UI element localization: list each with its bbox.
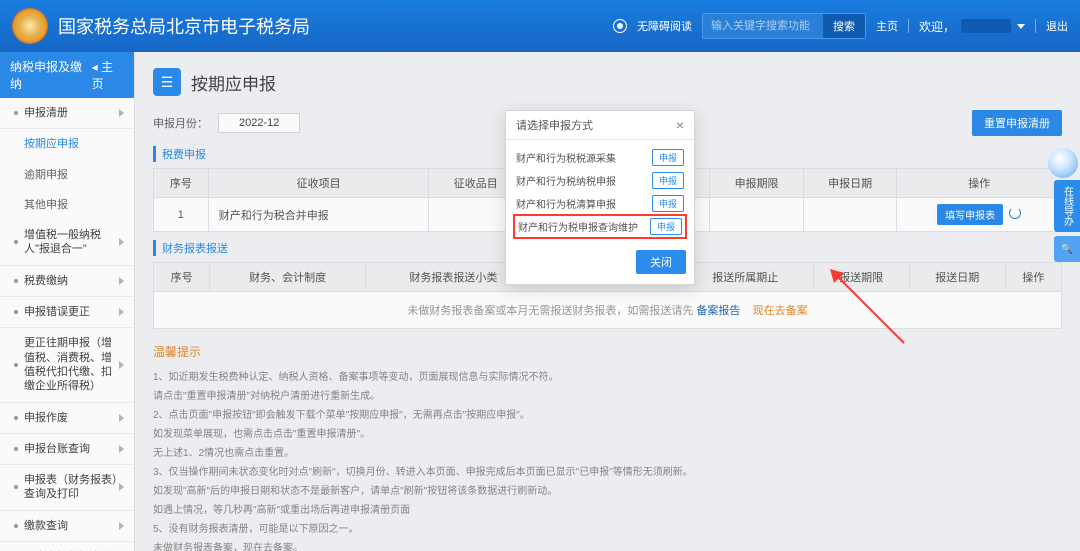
modal-title: 请选择申报方式 bbox=[516, 117, 593, 133]
search-input[interactable] bbox=[703, 14, 823, 38]
option-declare-button[interactable]: 申报 bbox=[652, 149, 684, 166]
divider bbox=[1035, 19, 1036, 33]
option-label: 财产和行为税税源采集 bbox=[516, 150, 616, 165]
modal-close-button[interactable]: 关闭 bbox=[636, 250, 686, 274]
modal-option-row: 财产和行为税纳税申报 申报 bbox=[514, 169, 686, 192]
welcome-label: 欢迎， bbox=[919, 18, 955, 35]
declaration-method-modal: 请选择申报方式 × 财产和行为税税源采集申报财产和行为税纳税申报申报财产和行为税… bbox=[505, 110, 695, 285]
search-box: 搜索 bbox=[702, 13, 866, 39]
app-header: 国家税务总局北京市电子税务局 无障碍阅读 搜索 主页 欢迎， 退出 bbox=[0, 0, 1080, 52]
float-bar: 在线导办 🔍 bbox=[1054, 180, 1080, 266]
accessibility-label[interactable]: 无障碍阅读 bbox=[637, 18, 692, 34]
close-icon[interactable]: × bbox=[676, 117, 684, 133]
float-help-button[interactable]: 🔍 bbox=[1054, 236, 1080, 262]
option-label: 财产和行为税纳税申报 bbox=[516, 173, 616, 188]
option-label: 财产和行为税申报查询维护 bbox=[518, 219, 638, 234]
option-declare-button[interactable]: 申报 bbox=[652, 172, 684, 189]
modal-option-row: 财产和行为税税源采集 申报 bbox=[514, 146, 686, 169]
option-declare-button[interactable]: 申报 bbox=[650, 218, 682, 235]
logout-link[interactable]: 退出 bbox=[1046, 18, 1068, 34]
eye-icon bbox=[613, 19, 627, 33]
assistant-avatar[interactable] bbox=[1048, 148, 1078, 178]
search-button[interactable]: 搜索 bbox=[823, 14, 865, 38]
user-name-masked bbox=[961, 19, 1011, 33]
option-label: 财产和行为税清算申报 bbox=[516, 196, 616, 211]
home-link[interactable]: 主页 bbox=[876, 18, 898, 34]
modal-option-row: 财产和行为税申报查询维护申报 bbox=[514, 215, 686, 238]
chevron-down-icon[interactable] bbox=[1017, 24, 1025, 29]
app-title: 国家税务总局北京市电子税务局 bbox=[58, 13, 310, 39]
online-guide-button[interactable]: 在线导办 bbox=[1054, 180, 1080, 232]
modal-option-row: 财产和行为税清算申报 申报 bbox=[514, 192, 686, 215]
welcome-area: 欢迎， bbox=[919, 18, 1025, 35]
option-declare-button[interactable]: 申报 bbox=[652, 195, 684, 212]
logo bbox=[12, 8, 48, 44]
divider bbox=[908, 19, 909, 33]
